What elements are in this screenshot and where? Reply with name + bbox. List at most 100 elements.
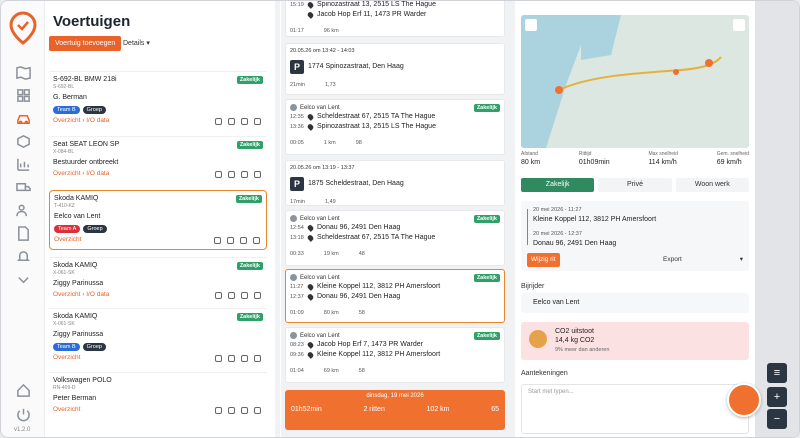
truck-icon[interactable] (14, 178, 32, 196)
action-icon[interactable] (228, 171, 235, 178)
box-icon[interactable] (14, 132, 32, 150)
action-icon[interactable] (214, 237, 221, 244)
stop-time: 13:18 (290, 234, 304, 241)
badge[interactable]: Team B (53, 343, 80, 351)
vehicle-card[interactable]: S-692-BL BMW 218i S-692-BL Zakelijk G. Berm… (49, 71, 267, 133)
assistant-button[interactable] (727, 383, 761, 417)
action-icon[interactable] (215, 118, 222, 125)
trip-card[interactable]: Eelco van Lent Zakelijk 08:23 Jacob Hop Erf… (285, 327, 505, 383)
vehicle-driver[interactable]: Ziggy Parinussa (53, 331, 103, 338)
users-icon[interactable] (14, 201, 32, 219)
trip-driver-name: Eelco van Lent (300, 104, 340, 111)
home-icon[interactable] (14, 381, 32, 399)
trip-driver: Eelco van Lent (290, 215, 340, 222)
parking-card[interactable]: 20.05.26 om 13:42 - 14:03 P 1774 Spinozast… (285, 43, 505, 95)
trip-tag: Zakelijk (473, 215, 500, 223)
action-icon[interactable] (228, 355, 235, 362)
action-icon[interactable] (254, 292, 261, 299)
trip-card[interactable]: Eelco van Lent Zakelijk 11:27 Kleine Koppel… (285, 269, 505, 323)
vehicle-driver[interactable]: Ziggy Parinussa (53, 280, 103, 287)
action-icon[interactable] (254, 407, 261, 414)
trip-tag: Zakelijk (473, 274, 500, 282)
action-icon[interactable] (241, 118, 248, 125)
zoom-out-button[interactable]: − (767, 409, 787, 429)
version-label: v1.2.0 (14, 427, 31, 433)
overview-link[interactable]: Overzicht (54, 236, 81, 243)
badge[interactable]: Groep (83, 225, 107, 233)
overview-link[interactable]: Overzicht › I/O data (53, 170, 109, 177)
day-title: dinsdag, 19 mei 2026 (366, 393, 424, 399)
stat-value: 69 km/h (716, 159, 742, 166)
driver-field[interactable]: Eelco van Lent (521, 293, 749, 313)
route-map[interactable] (521, 15, 749, 148)
trip-card[interactable]: Eelco van Lent Zakelijk 12:54 Donau 96, 249… (285, 210, 505, 266)
chevron-down-icon[interactable] (14, 270, 32, 288)
details-dropdown[interactable]: Details ▾ (123, 36, 150, 51)
vehicle-card[interactable]: Volkswagen POLO RN-409-D Peter Berman Overz… (49, 372, 267, 422)
power-icon[interactable] (14, 405, 32, 423)
badge[interactable]: Groep (82, 106, 106, 114)
vehicle-driver[interactable]: Peter Berman (53, 395, 96, 402)
type-commute-button[interactable]: Woon werk (675, 178, 749, 192)
layers-icon[interactable]: ≡ (767, 363, 787, 383)
vehicle-card[interactable]: Skoda KAMIQ X-061-SK Zakelijk Ziggy Parinus… (49, 257, 267, 305)
action-icon[interactable] (215, 292, 222, 299)
action-icon[interactable] (227, 237, 234, 244)
document-icon[interactable] (14, 224, 32, 242)
grid-icon[interactable] (14, 86, 32, 104)
action-icon[interactable] (215, 355, 222, 362)
vehicle-name: Volkswagen POLO (53, 377, 112, 384)
action-icon[interactable] (240, 237, 247, 244)
zoom-in-button[interactable]: + (767, 387, 787, 407)
trip-duration: 01:04 (290, 368, 304, 374)
overview-link[interactable]: Overzicht (53, 354, 80, 361)
overview-link[interactable]: Overzicht › I/O data (53, 117, 109, 124)
overview-link[interactable]: Overzicht (53, 406, 80, 413)
trip-card[interactable]: Eelco van Lent Zakelijk 12:35 Scheldestraat… (285, 99, 505, 155)
action-icon[interactable] (241, 171, 248, 178)
fullscreen-icon[interactable] (733, 19, 745, 31)
action-icon[interactable] (228, 118, 235, 125)
bell-icon[interactable] (14, 247, 32, 265)
trip-stats: Afstand 80 km Rittijd 01h09min Max snelheid 1… (521, 151, 749, 166)
type-private-button[interactable]: Privé (598, 178, 672, 192)
badge[interactable]: Groep (82, 343, 106, 351)
action-icon[interactable] (253, 237, 260, 244)
vehicle-driver[interactable]: G. Berman (53, 94, 87, 101)
export-dropdown[interactable]: Export ▾ (663, 253, 743, 267)
add-vehicle-button[interactable]: Voertuig toevoegen (49, 36, 122, 51)
action-icon[interactable] (215, 171, 222, 178)
car-icon[interactable] (14, 109, 32, 127)
action-icon[interactable] (241, 407, 248, 414)
stat-value: 01h09min (578, 159, 610, 166)
type-business-button[interactable]: Zakelijk (521, 178, 595, 192)
action-icon[interactable] (254, 171, 261, 178)
overview-link[interactable]: Overzicht › I/O data (53, 291, 109, 298)
edit-trip-button[interactable]: Wijzig rit (527, 253, 560, 267)
trip-card[interactable]: 15:19 Spinozastraat 13, 2515 LS The Hague… (285, 1, 505, 37)
co2-title: CO2 uitstoot (555, 328, 594, 335)
action-icon[interactable] (254, 118, 261, 125)
settings-icon[interactable] (525, 19, 537, 31)
action-icon[interactable] (254, 355, 261, 362)
action-icon[interactable] (241, 355, 248, 362)
vehicle-badges: Team B Groep (53, 106, 106, 114)
parking-card[interactable]: 20.05.26 om 13:19 - 13:37 P 1875 Scheldest… (285, 160, 505, 206)
badge[interactable]: Team A (54, 225, 81, 233)
action-icon[interactable] (228, 292, 235, 299)
day-trips: 2 ritten (363, 406, 385, 413)
badge[interactable]: Team B (53, 106, 80, 114)
vehicle-card[interactable]: Skoda KAMIQ X-061-SK Zakelijk Ziggy Parinus… (49, 308, 267, 368)
action-icon[interactable] (228, 407, 235, 414)
chart-icon[interactable] (14, 155, 32, 173)
vehicle-card[interactable]: Skoda KAMIQ T-410-KZ Zakelijk Eelco van Len… (49, 190, 267, 250)
day-summary[interactable]: dinsdag, 19 mei 2026 01h52min 2 ritten 1… (285, 390, 505, 430)
map-icon[interactable] (14, 63, 32, 81)
vehicle-driver[interactable]: Bestuurder ontbreekt (53, 159, 118, 166)
vehicle-card[interactable]: Seat SEAT LEON SP X-084-BL Zakelijk Bestuur… (49, 136, 267, 186)
vehicle-driver[interactable]: Eelco van Lent (54, 213, 100, 220)
trip-duration: 00:05 (290, 140, 304, 146)
action-icon[interactable] (215, 407, 222, 414)
action-icon[interactable] (241, 292, 248, 299)
notes-input[interactable]: Start met typen... (521, 384, 749, 434)
